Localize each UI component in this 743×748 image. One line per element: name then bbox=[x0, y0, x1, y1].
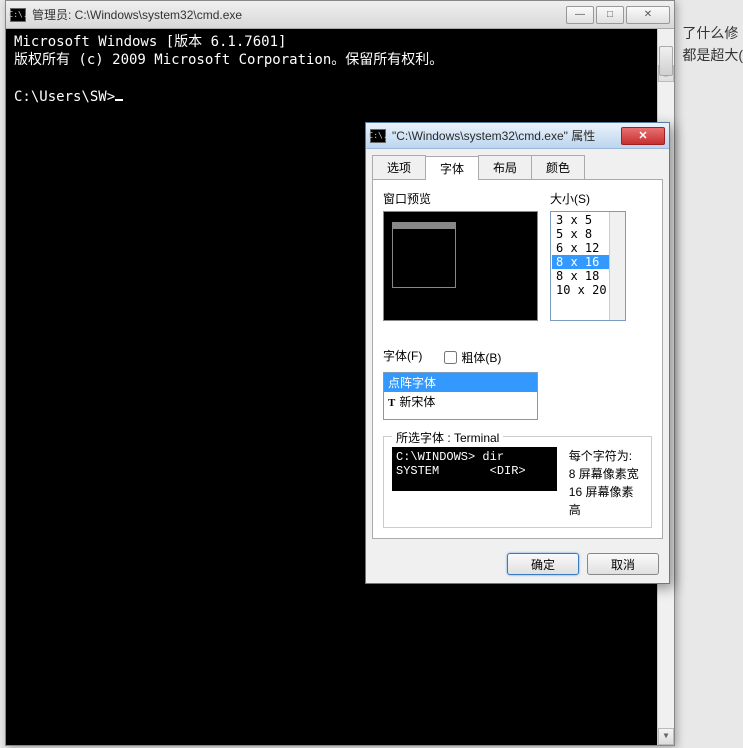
char-info: 每个字符为: 8 屏幕像素宽 16 屏幕像素高 bbox=[569, 447, 643, 519]
tab-bar: 选项 字体 布局 颜色 bbox=[366, 149, 669, 179]
close-button[interactable]: ✕ bbox=[626, 6, 670, 24]
font-sample: C:\WINDOWS> dir SYSTEM <DIR> bbox=[392, 447, 557, 491]
minimize-button[interactable]: — bbox=[566, 6, 594, 24]
font-label: 字体(F) bbox=[383, 347, 422, 364]
group-title: 所选字体 : Terminal bbox=[392, 429, 503, 446]
ok-button[interactable]: 确定 bbox=[507, 553, 579, 575]
selected-font-group: 所选字体 : Terminal C:\WINDOWS> dir SYSTEM <… bbox=[383, 436, 652, 528]
char-width: 8 屏幕像素宽 bbox=[569, 465, 643, 483]
cmd-icon: C:\. bbox=[10, 8, 26, 22]
tab-color[interactable]: 颜色 bbox=[531, 155, 585, 179]
props-close-button[interactable]: ✕ bbox=[621, 127, 665, 145]
bold-checkbox-input[interactable] bbox=[444, 351, 457, 364]
cmd-line2: 版权所有 (c) 2009 Microsoft Corporation。保留所有… bbox=[14, 52, 443, 68]
preview-label: 窗口预览 bbox=[383, 190, 538, 207]
cancel-button[interactable]: 取消 bbox=[587, 553, 659, 575]
preview-window-icon bbox=[392, 222, 456, 288]
tab-options[interactable]: 选项 bbox=[372, 155, 426, 179]
cmd-line1: Microsoft Windows [版本 6.1.7601] bbox=[14, 34, 286, 50]
font-item[interactable]: 点阵字体 bbox=[384, 373, 537, 392]
truetype-icon: T bbox=[388, 397, 395, 409]
font-listbox[interactable]: 点阵字体 T新宋体 bbox=[383, 372, 538, 420]
scroll-down-icon[interactable]: ▼ bbox=[658, 728, 674, 745]
props-titlebar[interactable]: C:\. "C:\Windows\system32\cmd.exe" 属性 ✕ bbox=[366, 123, 669, 149]
window-preview bbox=[383, 211, 538, 321]
scroll-thumb[interactable] bbox=[659, 46, 673, 76]
cmd-titlebar[interactable]: C:\. 管理员: C:\Windows\system32\cmd.exe — … bbox=[6, 1, 674, 29]
char-height: 16 屏幕像素高 bbox=[569, 483, 643, 519]
maximize-button[interactable]: □ bbox=[596, 6, 624, 24]
size-listbox[interactable]: 3 x 5 5 x 8 6 x 12 8 x 16 8 x 18 10 x 20 bbox=[550, 211, 626, 321]
char-info-label: 每个字符为: bbox=[569, 447, 643, 465]
cmd-title: 管理员: C:\Windows\system32\cmd.exe bbox=[32, 6, 566, 23]
properties-dialog: C:\. "C:\Windows\system32\cmd.exe" 属性 ✕ … bbox=[365, 122, 670, 584]
cursor-icon bbox=[115, 99, 123, 101]
bold-checkbox[interactable]: 粗体(B) bbox=[444, 349, 501, 366]
props-title: "C:\Windows\system32\cmd.exe" 属性 bbox=[392, 127, 621, 144]
cmd-prompt: C:\Users\SW> bbox=[14, 89, 115, 105]
tab-layout[interactable]: 布局 bbox=[478, 155, 532, 179]
tab-font[interactable]: 字体 bbox=[425, 156, 479, 180]
tab-content: 窗口预览 大小(S) 3 x 5 5 x 8 6 x 12 8 x 16 8 bbox=[372, 179, 663, 539]
bold-label: 粗体(B) bbox=[461, 349, 501, 366]
size-label: 大小(S) bbox=[550, 190, 652, 207]
font-item[interactable]: T新宋体 bbox=[384, 392, 537, 411]
dialog-buttons: 确定 取消 bbox=[366, 545, 669, 583]
size-scrollbar[interactable] bbox=[609, 212, 625, 320]
props-icon: C:\. bbox=[370, 129, 386, 143]
